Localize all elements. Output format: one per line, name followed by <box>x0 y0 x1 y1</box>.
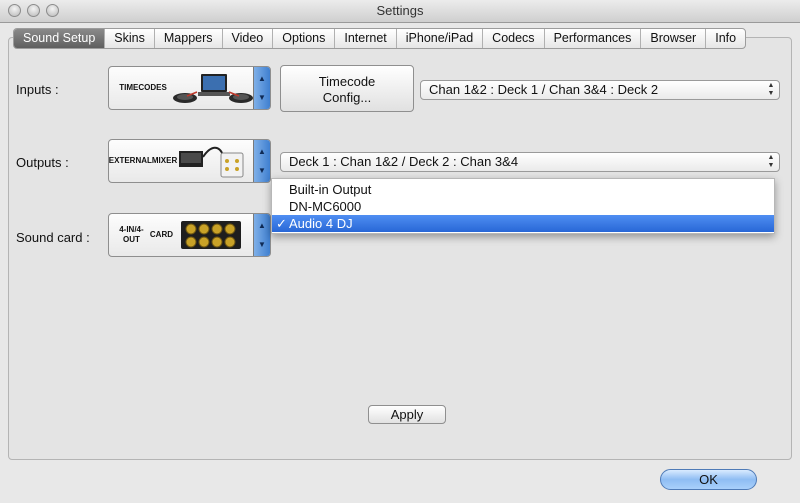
tab-mappers[interactable]: Mappers <box>155 29 223 48</box>
outputs-routing-select[interactable]: Deck 1 : Chan 1&2 / Deck 2 : Chan 3&4 ▲ ▼ <box>280 152 780 172</box>
tab-sound-setup[interactable]: Sound Setup <box>14 29 106 48</box>
soundcard-label: Sound card : <box>16 230 90 245</box>
tab-browser[interactable]: Browser <box>641 29 707 48</box>
inputs-image-caption: TIMECODES <box>119 83 167 92</box>
timecode-config-line2: Config... <box>322 90 372 105</box>
apply-button[interactable]: Apply <box>368 405 446 424</box>
menu-item-label: Audio 4 DJ <box>289 216 353 231</box>
select-arrows-icon: ▲ ▼ <box>767 154 775 169</box>
turntables-laptop-icon <box>173 74 253 103</box>
select-arrows-icon: ▲ ▼ <box>767 82 775 97</box>
outputs-type-selector[interactable]: EXTERNAL MIXER ▲ ▼ <box>108 139 271 183</box>
soundcard-stepper[interactable]: ▲ ▼ <box>253 214 270 256</box>
outputs-caption-line1: EXTERNAL <box>108 156 152 165</box>
soundcard-type-selector[interactable]: 4-IN/4-OUT CARD ▲ ▼ <box>108 213 271 257</box>
inputs-routing-select[interactable]: Chan 1&2 : Deck 1 / Chan 3&4 : Deck 2 ▲ ▼ <box>420 80 780 100</box>
external-mixer-icon <box>179 146 244 178</box>
title-bar: Settings <box>0 0 800 23</box>
inputs-stepper[interactable]: ▲ ▼ <box>253 67 270 109</box>
tab-skins[interactable]: Skins <box>105 29 155 48</box>
tab-video[interactable]: Video <box>223 29 274 48</box>
inputs-type-selector[interactable]: TIMECODES ▲ ▼ <box>108 66 271 110</box>
tab-codecs[interactable]: Codecs <box>483 29 545 48</box>
timecode-config-button[interactable]: Timecode Config... <box>280 65 414 112</box>
tab-options[interactable]: Options <box>273 29 336 48</box>
rca-connectors-icon <box>181 221 241 249</box>
window-title: Settings <box>376 3 424 18</box>
soundcard-caption-line2: CARD <box>149 230 173 239</box>
menu-item-built-in-output[interactable]: Built-in Output <box>272 181 774 198</box>
inputs-label: Inputs : <box>16 82 59 97</box>
outputs-image-caption: EXTERNAL MIXER <box>109 140 177 182</box>
soundcard-image-caption: 4-IN/4-OUT CARD <box>113 214 173 256</box>
tab-info[interactable]: Info <box>706 29 745 48</box>
outputs-label: Outputs : <box>16 155 69 170</box>
menu-item-dn-mc6000[interactable]: DN-MC6000 <box>272 198 774 215</box>
soundcard-device-menu: Built-in Output DN-MC6000 ✓ Audio 4 DJ <box>271 178 775 234</box>
tab-performances[interactable]: Performances <box>545 29 642 48</box>
soundcard-caption-line1: 4-IN/4-OUT <box>119 225 144 244</box>
outputs-routing-value: Deck 1 : Chan 1&2 / Deck 2 : Chan 3&4 <box>289 154 519 169</box>
menu-item-audio-4-dj[interactable]: ✓ Audio 4 DJ <box>272 215 774 232</box>
tab-bar: Sound Setup Skins Mappers Video Options … <box>13 28 747 49</box>
ok-button[interactable]: OK <box>660 469 757 490</box>
inputs-routing-value: Chan 1&2 : Deck 1 / Chan 3&4 : Deck 2 <box>429 82 659 97</box>
tab-iphone-ipad[interactable]: iPhone/iPad <box>397 29 484 48</box>
timecode-config-line1: Timecode <box>318 74 376 89</box>
outputs-stepper[interactable]: ▲ ▼ <box>253 140 270 182</box>
checkmark-icon: ✓ <box>276 216 287 231</box>
tab-internet[interactable]: Internet <box>335 29 397 48</box>
